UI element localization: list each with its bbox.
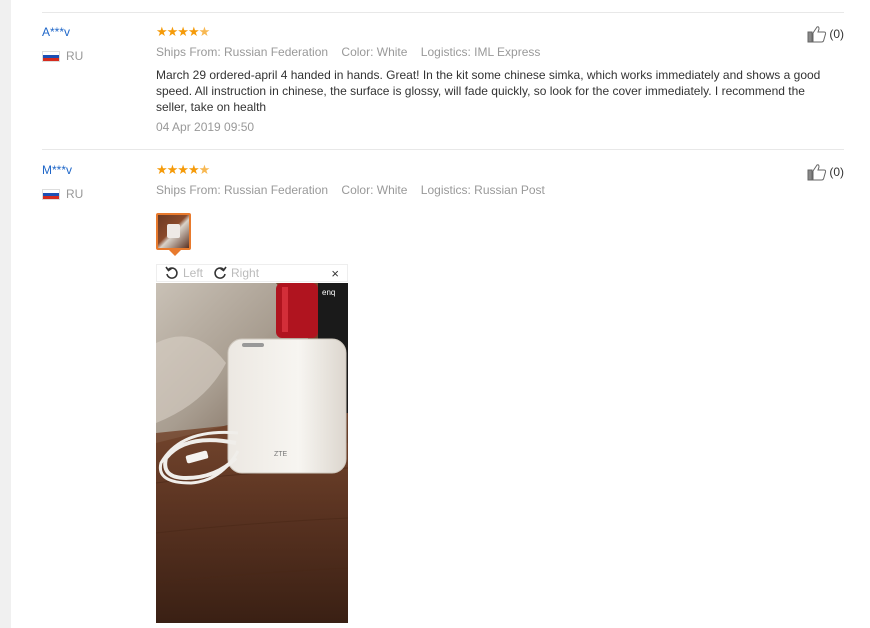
country-code: RU <box>66 187 84 201</box>
photo-viewer-toolbar: Left Right × <box>156 264 348 282</box>
rotate-right-icon <box>214 266 227 279</box>
color-option: Color: White <box>341 183 408 197</box>
left-gutter <box>0 0 11 628</box>
review-meta: Ships From: Russian Federation Color: Wh… <box>156 45 550 59</box>
close-viewer-button[interactable]: × <box>331 265 339 282</box>
country-code: RU <box>66 49 84 63</box>
star-rating: ★★★★★ <box>156 24 210 39</box>
helpful-count: (0) <box>829 27 844 41</box>
brand-mark: ZTE <box>274 451 288 458</box>
rotate-left-icon <box>165 266 178 279</box>
selected-indicator <box>169 250 181 256</box>
review-meta: Ships From: Russian Federation Color: Wh… <box>156 183 555 197</box>
reviewer-country: RU <box>42 187 83 201</box>
review-date: 04 Apr 2019 09:50 <box>156 120 255 134</box>
rotate-left-label: Left <box>183 266 204 280</box>
ships-from: Ships From: Russian Federation <box>156 183 329 197</box>
svg-text:enq: enq <box>322 288 335 297</box>
helpful-button[interactable]: (0) <box>807 163 844 181</box>
rotate-left-button[interactable]: Left <box>165 266 203 280</box>
review-item: A***v RU ★★★★★ Ships From: Russian Feder… <box>42 12 844 150</box>
product-photo: ZTE enq <box>156 283 348 623</box>
thumbs-up-icon <box>807 164 827 181</box>
thumbnail-device <box>167 224 180 238</box>
review-photo-thumbnail[interactable] <box>156 213 191 250</box>
review-photo-large: ZTE enq <box>156 283 348 623</box>
ships-from: Ships From: Russian Federation <box>156 45 329 59</box>
logistics: Logistics: IML Express <box>420 45 541 59</box>
russia-flag-icon <box>42 50 60 62</box>
reviewer-name[interactable]: M***v <box>42 163 72 177</box>
helpful-button[interactable]: (0) <box>807 25 844 43</box>
reviewer-country: RU <box>42 49 83 63</box>
color-option: Color: White <box>341 45 408 59</box>
logistics: Logistics: Russian Post <box>420 183 545 197</box>
rotate-right-button[interactable]: Right <box>213 266 259 280</box>
reviewer-name[interactable]: A***v <box>42 25 70 39</box>
review-text: March 29 ordered-april 4 handed in hands… <box>156 68 821 114</box>
helpful-count: (0) <box>829 165 844 179</box>
review-item: M***v RU ★★★★★ Ships From: Russian Feder… <box>42 150 844 628</box>
thumbs-up-icon <box>807 26 827 43</box>
star-rating: ★★★★★ <box>156 162 210 177</box>
russia-flag-icon <box>42 188 60 200</box>
rotate-right-label: Right <box>231 266 260 280</box>
